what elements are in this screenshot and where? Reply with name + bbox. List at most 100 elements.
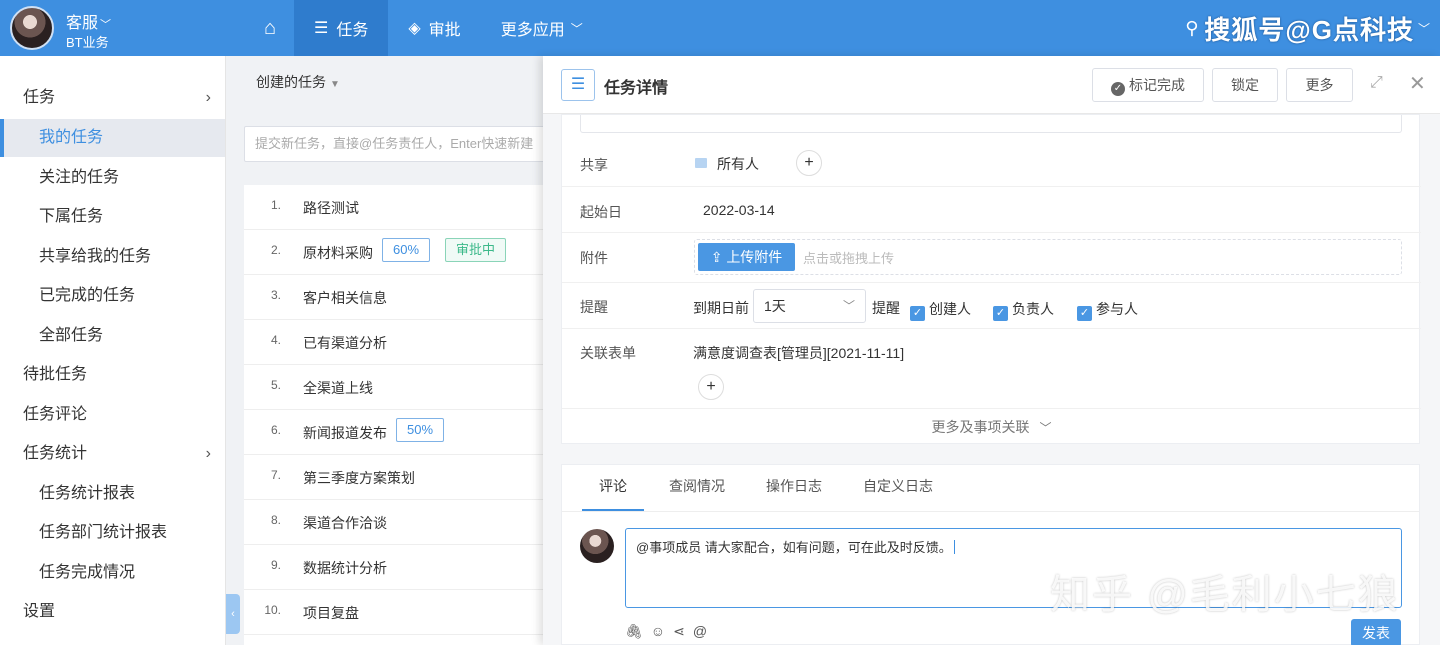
watermark: 知乎 @毛利小七狼	[1050, 573, 1400, 617]
task-number: 10.	[264, 603, 281, 617]
lock-button[interactable]: 锁定	[1212, 68, 1278, 102]
task-number: 4.	[270, 333, 281, 347]
nav-approval[interactable]: ◈ 审批	[388, 0, 480, 56]
related-form-link[interactable]: 满意度调查表[管理员][2021-11-11]	[693, 343, 904, 363]
task-row[interactable]: 3. 客户相关信息	[244, 275, 554, 320]
sidebar-item-stats[interactable]: 任务统计 ›	[0, 435, 225, 473]
sidebar-item-settings[interactable]: 设置	[0, 593, 225, 631]
description-field[interactable]	[580, 115, 1402, 133]
group-icon	[695, 158, 707, 168]
task-row[interactable]: 7. 第三季度方案策划	[244, 455, 554, 500]
home-icon[interactable]: ⌂	[246, 0, 294, 56]
close-icon[interactable]: ✕	[1409, 71, 1426, 96]
task-filter-dropdown[interactable]: 创建的任务 ▼	[256, 72, 340, 92]
sidebar-item-subordinate[interactable]: 下属任务	[0, 198, 225, 236]
at-icon[interactable]: @	[693, 623, 707, 640]
add-related-form-button[interactable]: +	[698, 374, 724, 400]
task-title[interactable]: 路径测试	[303, 198, 359, 218]
task-row[interactable]: 5. 全渠道上线	[244, 365, 554, 410]
top-bar: 客服 ﹀ BT业务 ⌂ ☰ 任务 ◈ 审批 更多应用 ﹀ ⚲ 搜狐号@G点科技 ﹀	[0, 0, 1440, 56]
chevron-down-icon[interactable]: ﹀	[1418, 20, 1430, 37]
task-row[interactable]: 1. 路径测试	[244, 185, 554, 230]
chevron-right-icon: ›	[205, 89, 211, 106]
sidebar-item-completion[interactable]: 任务完成情况	[0, 554, 225, 592]
new-task-input[interactable]: 提交新任务，直接@任务责任人，Enter快速新建	[244, 126, 554, 162]
nav-more-apps[interactable]: 更多应用 ﹀	[481, 0, 603, 56]
checkbox-label: 参与人	[1096, 301, 1138, 317]
checkbox-owner[interactable]: ✓ 负责人	[993, 299, 1054, 321]
sidebar-collapse-button[interactable]: ‹	[226, 594, 240, 634]
task-row[interactable]: 4. 已有渠道分析	[244, 320, 554, 365]
detail-title: 任务详情	[604, 80, 669, 97]
top-right: ⚲ 搜狐号@G点科技 ﹀	[1185, 10, 1430, 47]
search-icon[interactable]: ⚲	[1185, 18, 1198, 39]
mark-done-button[interactable]: ✓ 标记完成	[1092, 68, 1204, 102]
sidebar-item-my-tasks[interactable]: 我的任务	[0, 119, 225, 157]
sidebar-item-dept-report[interactable]: 任务部门统计报表	[0, 514, 225, 552]
user-name[interactable]: 客服	[66, 15, 98, 32]
user-menu[interactable]: 客服 ﹀ BT业务	[10, 6, 220, 50]
avatar[interactable]	[10, 6, 54, 50]
task-title[interactable]: 渠道合作洽谈	[303, 513, 387, 533]
task-row[interactable]: 2. 原材料采购 60% 审批中	[244, 230, 554, 275]
task-row[interactable]: 9. 数据统计分析	[244, 545, 554, 590]
sidebar-item-comments[interactable]: 任务评论	[0, 396, 225, 434]
attachment-label: 附件	[580, 250, 608, 266]
sidebar-item-pending[interactable]: 待批任务	[0, 356, 225, 394]
emoji-icon[interactable]: ☺	[651, 623, 665, 640]
task-title[interactable]: 数据统计分析	[303, 558, 387, 578]
tab-operation-log[interactable]: 操作日志	[766, 465, 822, 511]
task-title[interactable]: 已有渠道分析	[303, 333, 387, 353]
sidebar-item-followed[interactable]: 关注的任务	[0, 159, 225, 197]
task-title[interactable]: 全渠道上线	[303, 378, 373, 398]
checkbox-creator[interactable]: ✓ 创建人	[910, 299, 971, 321]
status-badge: 审批中	[445, 238, 507, 262]
sidebar-item-stats-report[interactable]: 任务统计报表	[0, 475, 225, 513]
task-title[interactable]: 新闻报道发布	[303, 423, 387, 443]
checkbox-participant[interactable]: ✓ 参与人	[1077, 299, 1138, 321]
task-row[interactable]: 10. 项目复盘	[244, 590, 554, 635]
task-title[interactable]: 项目复盘	[303, 603, 359, 623]
upload-dropzone[interactable]: ⇪ 上传附件 点击或拖拽上传	[694, 239, 1402, 275]
more-relations-toggle[interactable]: 更多及事项关联 ﹀	[562, 417, 1421, 437]
task-title[interactable]: 第三季度方案策划	[303, 468, 415, 488]
comment-toolbar: 🖇 ☺ ⋖ @	[625, 623, 707, 640]
sidebar-item-completed[interactable]: 已完成的任务	[0, 277, 225, 315]
avatar	[580, 529, 614, 563]
start-date-value[interactable]: 2022-03-14	[703, 202, 775, 218]
add-share-button[interactable]: +	[796, 150, 822, 176]
sidebar-item-label: 任务统计	[23, 445, 88, 462]
tab-views[interactable]: 查阅情况	[669, 465, 725, 511]
sidebar-item-label: 任务评论	[23, 406, 88, 423]
sidebar-item-shared[interactable]: 共享给我的任务	[0, 238, 225, 276]
tab-custom-log[interactable]: 自定义日志	[863, 465, 933, 511]
task-number: 9.	[270, 558, 281, 572]
chevron-down-icon: ﹀	[842, 299, 855, 313]
task-title[interactable]: 原材料采购	[303, 243, 373, 263]
chevron-right-icon: ›	[205, 445, 211, 462]
task-row[interactable]: 8. 渠道合作洽谈	[244, 500, 554, 545]
checkbox-label: 负责人	[1012, 301, 1054, 317]
task-number: 2.	[270, 243, 281, 257]
send-button[interactable]: 发表	[1351, 619, 1401, 645]
reminder-label: 提醒	[580, 299, 608, 315]
sidebar-item-label: 已完成的任务	[39, 287, 136, 304]
reminder-select[interactable]: 1天 ﹀	[753, 289, 866, 323]
share-row: 共享 所有人 +	[562, 139, 1421, 187]
sidebar-item-tasks[interactable]: 任务 ›	[0, 79, 225, 117]
expand-icon[interactable]: ⤢	[1370, 74, 1383, 92]
paperclip-icon[interactable]: 🖇	[625, 623, 643, 640]
upload-button[interactable]: ⇪ 上传附件	[698, 243, 795, 271]
task-row[interactable]: 6. 新闻报道发布 50%	[244, 410, 554, 455]
task-title[interactable]: 客户相关信息	[303, 288, 387, 308]
share-icon[interactable]: ⋖	[673, 623, 685, 640]
chevron-down-icon: ﹀	[570, 21, 583, 36]
tab-comments[interactable]: 评论	[582, 465, 644, 511]
chevron-down-icon[interactable]: ﹀	[100, 19, 111, 31]
more-button[interactable]: 更多	[1286, 68, 1353, 102]
list-icon[interactable]: ☰	[561, 69, 595, 101]
sidebar-item-label: 下属任务	[39, 208, 104, 225]
sidebar-item-all[interactable]: 全部任务	[0, 317, 225, 355]
nav-task[interactable]: ☰ 任务	[294, 0, 389, 56]
caret-down-icon: ▼	[330, 79, 340, 90]
